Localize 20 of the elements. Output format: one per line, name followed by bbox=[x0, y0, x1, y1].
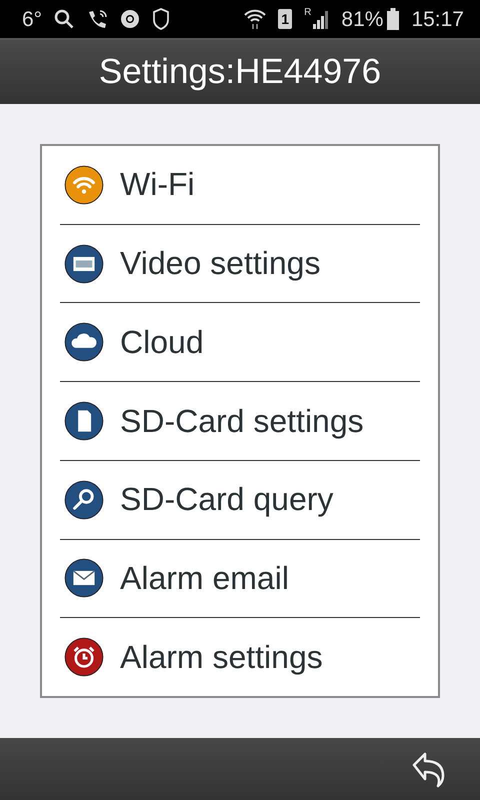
browser-icon bbox=[120, 9, 140, 29]
shield-icon bbox=[152, 8, 170, 30]
search-icon bbox=[54, 9, 74, 29]
battery-icon bbox=[387, 8, 400, 30]
roaming-indicator: R bbox=[304, 7, 312, 18]
signal-icon bbox=[311, 9, 330, 29]
page-title: Settings:HE44976 bbox=[98, 52, 382, 92]
temperature: 6° bbox=[22, 8, 42, 30]
settings-item[interactable]: Alarm email bbox=[60, 540, 420, 618]
wifi-icon bbox=[244, 8, 266, 30]
settings-item[interactable]: SD-Card settings bbox=[60, 382, 420, 461]
battery-percentage: 81% bbox=[341, 8, 384, 30]
settings-item[interactable]: SD-Card query bbox=[60, 460, 420, 540]
settings-item[interactable]: Alarm settings bbox=[60, 618, 420, 696]
sim-badge: 1 bbox=[278, 9, 292, 29]
settings-item[interactable]: Video settings bbox=[60, 224, 420, 304]
clock: 15:17 bbox=[411, 8, 464, 30]
phone-icon bbox=[86, 9, 108, 29]
settings-item[interactable]: Cloud bbox=[60, 303, 420, 382]
settings-item[interactable]: Wi-Fi bbox=[60, 146, 420, 225]
